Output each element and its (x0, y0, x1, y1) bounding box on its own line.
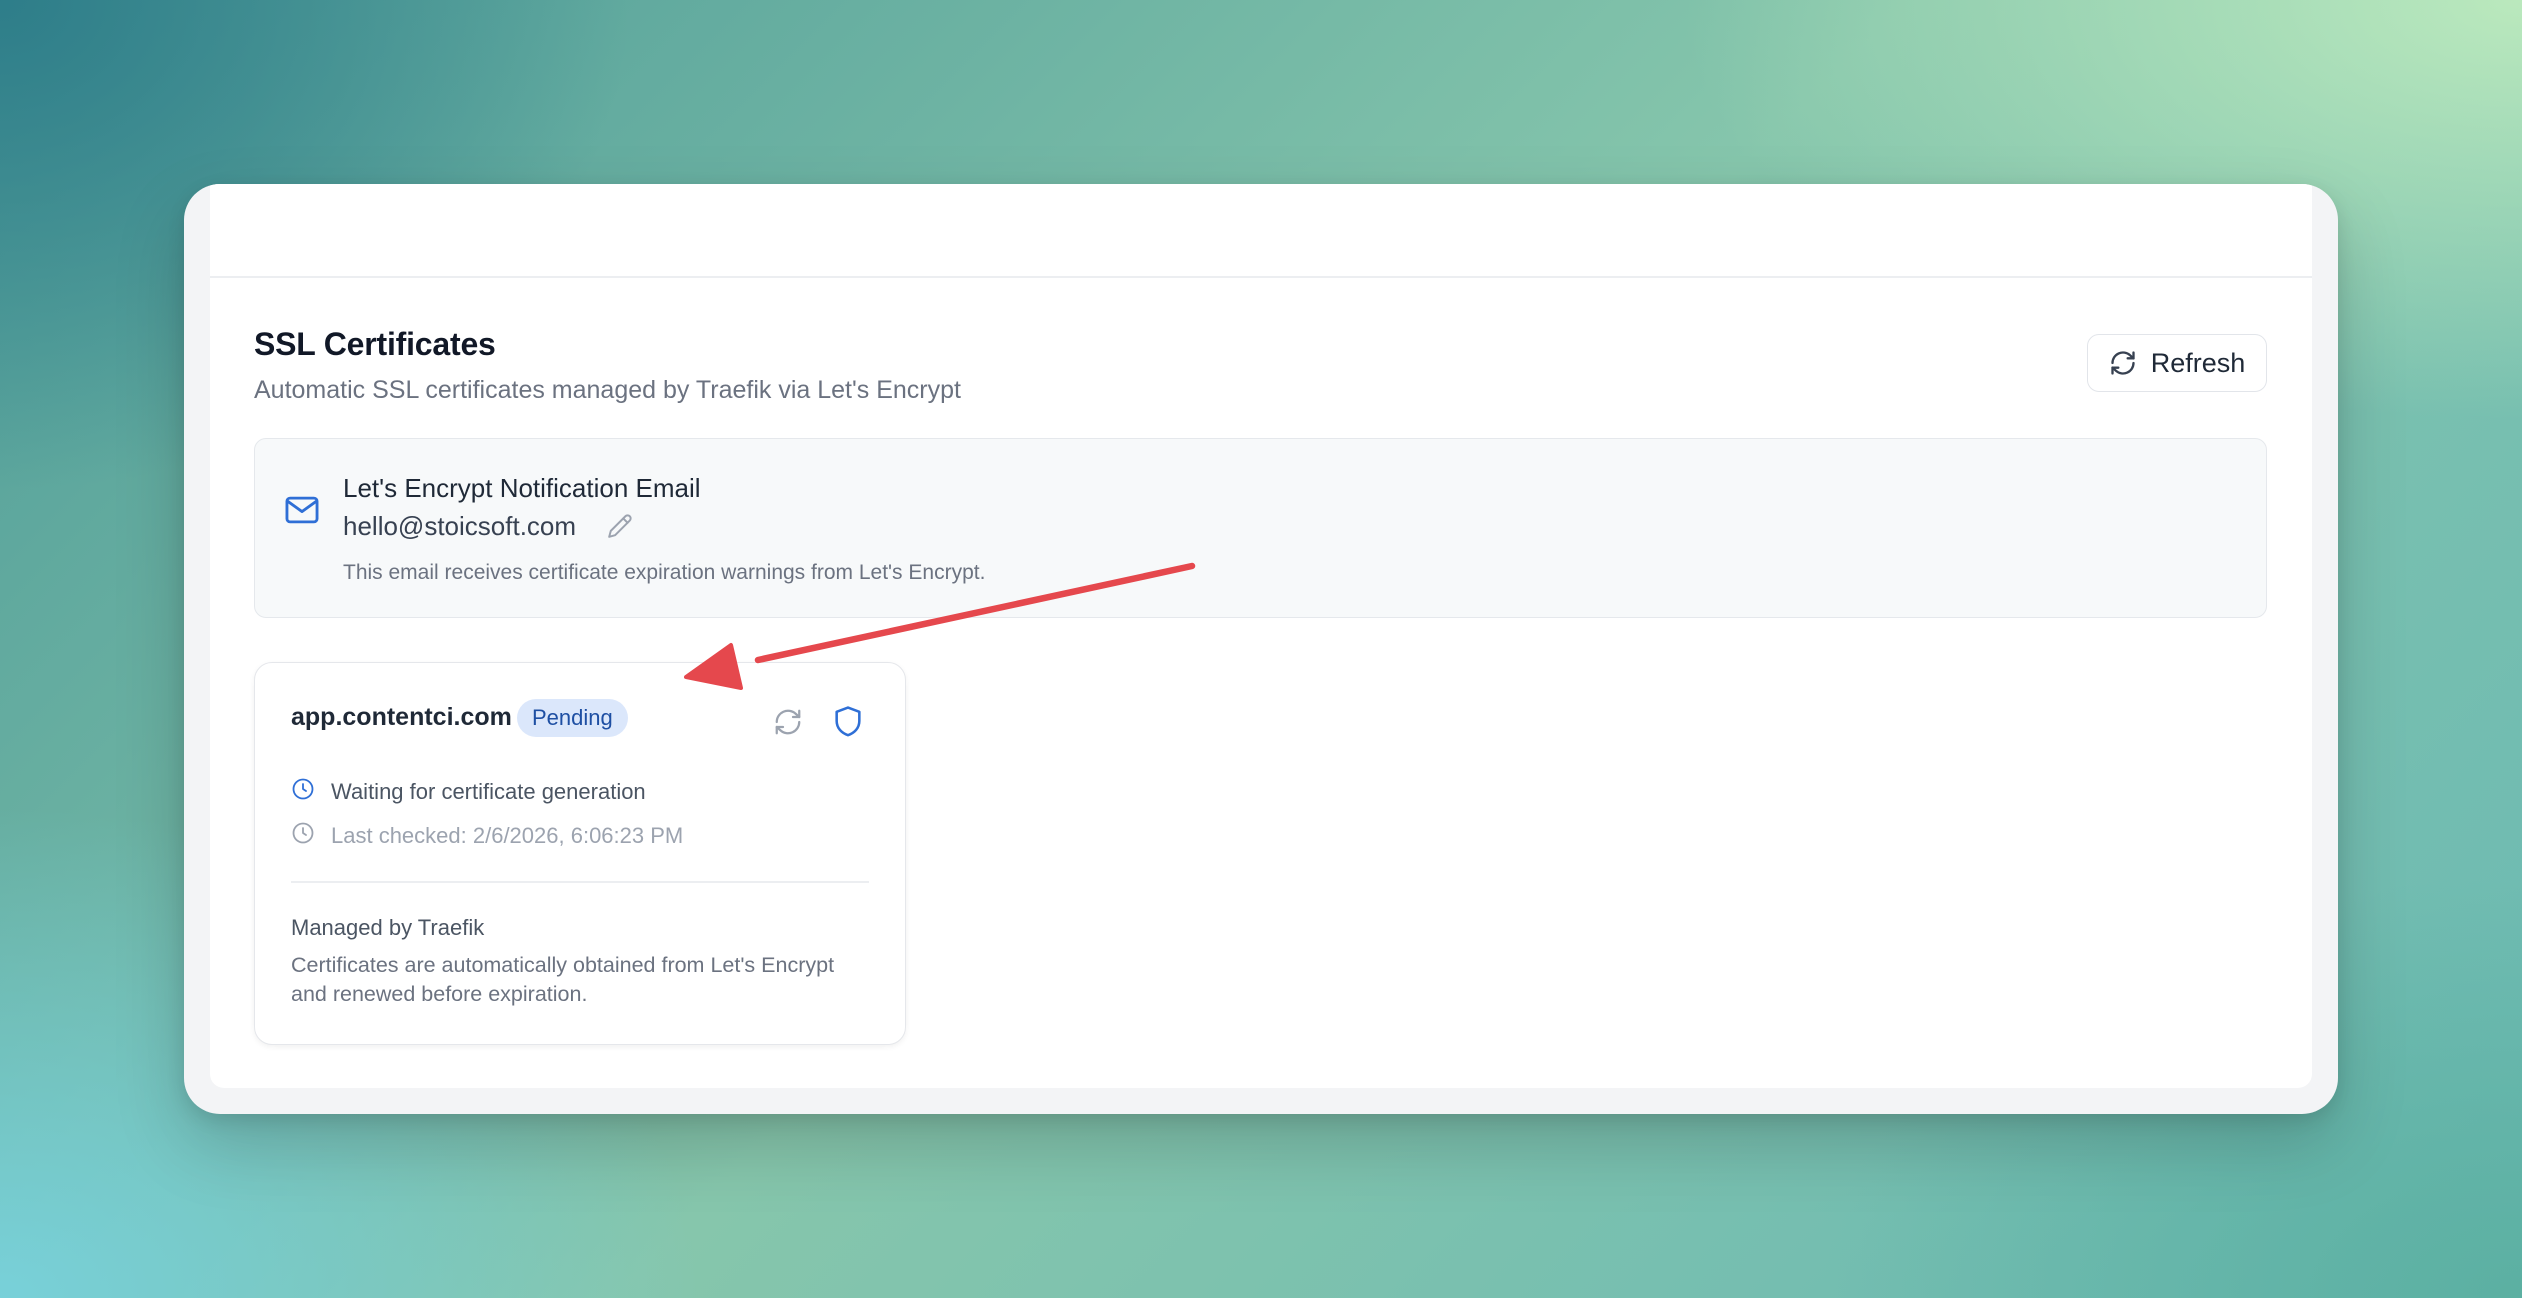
status-message-row: Waiting for certificate generation (291, 777, 646, 806)
certificate-domain: app.contentci.com (291, 703, 512, 731)
last-checked: Last checked: 2/6/2026, 6:06:23 PM (331, 822, 684, 848)
refresh-icon (2109, 349, 2137, 377)
clock-icon (291, 821, 315, 850)
managed-description: Certificates are automatically obtained … (291, 953, 835, 1006)
shield-icon[interactable] (831, 703, 865, 744)
ssl-certificates-panel: SSL Certificates Automatic SSL certifica… (210, 184, 2312, 1088)
notification-email-box: Let's Encrypt Notification Email hello@s… (254, 438, 2267, 618)
email-note: This email receives certificate expirati… (343, 561, 986, 584)
last-checked-row: Last checked: 2/6/2026, 6:06:23 PM (291, 821, 683, 850)
page-title: SSL Certificates (254, 326, 496, 362)
clock-icon (291, 777, 315, 806)
refresh-button[interactable]: Refresh (2087, 334, 2267, 392)
email-heading: Let's Encrypt Notification Email (343, 473, 701, 503)
card-divider (291, 881, 869, 883)
refresh-certificate-icon[interactable] (773, 707, 803, 742)
pencil-icon[interactable] (607, 513, 633, 544)
refresh-button-label: Refresh (2150, 347, 2246, 378)
mail-icon (283, 491, 321, 534)
header-divider (210, 276, 2312, 278)
page-subtitle: Automatic SSL certificates managed by Tr… (254, 376, 961, 404)
email-value: hello@stoicsoft.com (343, 511, 577, 541)
app-window: SSL Certificates Automatic SSL certifica… (184, 184, 2338, 1114)
certificate-card: app.contentci.com Pending Waiting for ce… (254, 662, 906, 1045)
status-message: Waiting for certificate generation (331, 778, 646, 804)
managed-title: Managed by Traefik (291, 915, 485, 940)
status-badge: Pending (517, 699, 628, 737)
